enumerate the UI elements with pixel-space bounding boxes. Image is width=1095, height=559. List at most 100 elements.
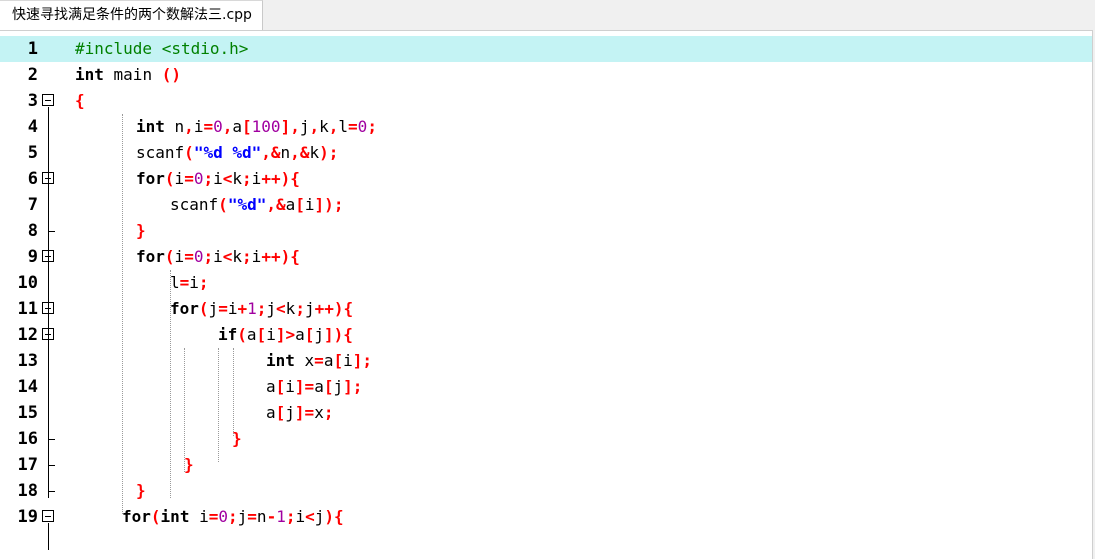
line-number: 7 xyxy=(27,195,38,215)
fold-toggle-icon[interactable] xyxy=(42,510,54,522)
line-number: 9 xyxy=(27,247,38,267)
code-token: i xyxy=(266,325,276,344)
code-line[interactable]: 10 l=i; xyxy=(0,270,1092,296)
fold-end-marker xyxy=(48,491,55,492)
code-line[interactable]: 14 a[i]=a[j]; xyxy=(0,374,1092,400)
code-token: a xyxy=(314,377,324,396)
code-token: ( xyxy=(198,299,209,318)
code-line[interactable]: 17} xyxy=(0,452,1092,478)
code-token: < xyxy=(222,247,233,266)
code-token: j xyxy=(314,325,325,344)
code-token: = xyxy=(208,507,219,526)
code-token: j xyxy=(237,507,248,526)
code-token: = xyxy=(247,507,257,526)
code-line[interactable]: 19 for(int i=0;j=n-1;i<j){ xyxy=(0,504,1092,530)
code-token: [ xyxy=(242,117,252,136)
code-line[interactable]: 18} xyxy=(0,478,1092,504)
code-token: x xyxy=(314,403,324,422)
code-token: a xyxy=(266,377,276,396)
code-token: ]> xyxy=(275,325,296,344)
code-token: i xyxy=(295,507,306,526)
code-text: } xyxy=(136,478,146,504)
code-line[interactable]: 12 if(a[i]>a[j]){ xyxy=(0,322,1092,348)
indent-guide xyxy=(218,348,219,462)
code-token: j xyxy=(285,403,295,422)
code-text: } xyxy=(136,218,146,244)
code-token: ], xyxy=(280,117,300,136)
code-token: ; xyxy=(367,117,377,136)
code-token: n xyxy=(164,117,185,136)
line-number: 14 xyxy=(17,377,38,397)
code-line[interactable]: 7 scanf("%d",&a[i]); xyxy=(0,192,1092,218)
code-token: i xyxy=(343,351,353,370)
code-token: k xyxy=(319,117,329,136)
code-line[interactable]: 13 int x=a[i]; xyxy=(0,348,1092,374)
code-token: a xyxy=(232,117,243,136)
file-tab[interactable]: 快速寻找满足条件的两个数解法三.cpp xyxy=(0,0,263,31)
code-token: a xyxy=(295,325,305,344)
code-token: ; xyxy=(295,299,305,318)
code-token: = xyxy=(348,117,358,136)
code-token: int xyxy=(266,351,295,370)
code-line[interactable]: 16} xyxy=(0,426,1092,452)
code-text: for(i=0;i<k;i++){ xyxy=(136,166,300,192)
code-token: ]; xyxy=(343,377,363,396)
code-line[interactable]: 9 for(i=0;i<k;i++){ xyxy=(0,244,1092,270)
code-token: , xyxy=(266,195,276,214)
code-line[interactable]: 6 for(i=0;i<k;i++){ xyxy=(0,166,1092,192)
code-line[interactable]: 1 #include <stdio.h> xyxy=(0,36,1092,62)
code-text: for(int i=0;j=n-1;i<j){ xyxy=(122,504,344,530)
code-token: < xyxy=(222,169,233,188)
code-token: j xyxy=(333,377,344,396)
indent-guide xyxy=(184,348,185,472)
code-line[interactable]: 11 for(j=i+1;j<k;j++){ xyxy=(0,296,1092,322)
code-token: k xyxy=(232,169,243,188)
code-editor[interactable]: 1 #include <stdio.h> 2 int main () 3{4 int n,… xyxy=(0,30,1093,559)
code-token: - xyxy=(266,507,277,526)
code-token: ( xyxy=(164,247,175,266)
code-token: ]; xyxy=(352,351,372,370)
code-token: , xyxy=(309,117,320,136)
code-token: ( xyxy=(237,325,247,344)
code-line[interactable]: 4 int n,i=0,a[100],j,k,l=0; xyxy=(0,114,1092,140)
code-token: #include <stdio.h> xyxy=(75,39,249,58)
code-line[interactable]: 8} xyxy=(0,218,1092,244)
fold-toggle-icon[interactable] xyxy=(42,94,54,106)
code-text: a[j]=x; xyxy=(266,400,333,426)
line-number: 16 xyxy=(17,429,38,449)
code-token: [ xyxy=(333,351,344,370)
code-line[interactable]: 2 int main () xyxy=(0,62,1092,88)
code-token: { xyxy=(75,91,85,110)
code-line[interactable]: 15 a[j]=x; xyxy=(0,400,1092,426)
code-line[interactable]: 5 scanf("%d %d",&n,&k); xyxy=(0,140,1092,166)
code-token: i xyxy=(285,377,295,396)
code-text: l=i; xyxy=(170,270,209,296)
code-token: } xyxy=(136,221,146,240)
code-token: ( xyxy=(150,507,161,526)
indent-guide xyxy=(233,348,234,436)
code-token: ; xyxy=(203,247,214,266)
code-text: for(i=0;i<k;i++){ xyxy=(136,244,300,270)
line-number: 17 xyxy=(17,455,38,475)
code-token: ]); xyxy=(314,195,344,214)
code-token: [ xyxy=(295,195,305,214)
code-token: scanf xyxy=(136,143,185,162)
code-token: n xyxy=(256,507,267,526)
code-token: 1 xyxy=(276,507,286,526)
code-line[interactable]: 3{ xyxy=(0,88,1092,114)
code-token: i xyxy=(193,117,204,136)
code-token: j xyxy=(304,299,315,318)
code-token: = xyxy=(184,169,194,188)
code-token: & xyxy=(299,143,310,162)
code-token: i xyxy=(189,507,209,526)
code-token: i xyxy=(174,169,185,188)
code-token: ; xyxy=(198,273,209,292)
code-token: , xyxy=(222,117,233,136)
code-token: 100 xyxy=(251,117,281,136)
indent-guide xyxy=(170,270,171,498)
fold-range-line xyxy=(48,523,49,550)
tab-bar: 快速寻找满足条件的两个数解法三.cpp xyxy=(0,0,1095,31)
code-token: for xyxy=(136,169,165,188)
line-number: 12 xyxy=(17,325,38,345)
code-token: = xyxy=(184,247,194,266)
